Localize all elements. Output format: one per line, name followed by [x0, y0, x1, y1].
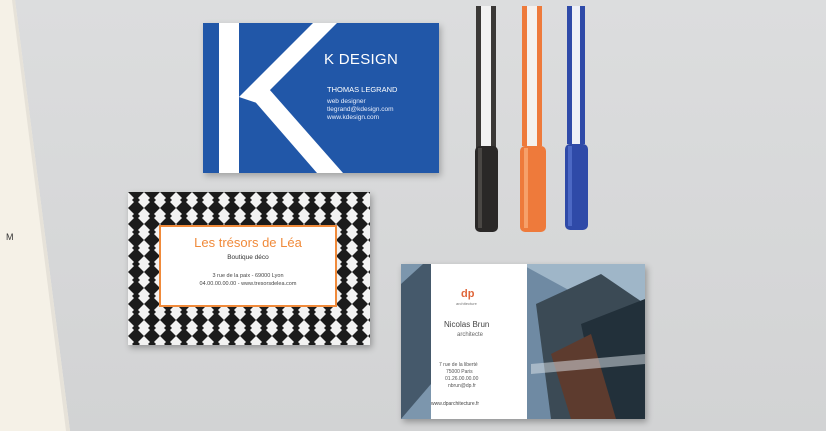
pens-group: [475, 6, 588, 232]
shop-title: Les trésors de Léa: [194, 235, 302, 250]
architect-email: nbrun@dp.fr: [448, 383, 476, 389]
architect-web: www.dparchitecture.fr: [431, 401, 480, 407]
architect-role: architecte: [457, 332, 484, 338]
tresors-de-lea-card: Les trésors de Léa Boutique déco 3 rue d…: [128, 192, 370, 345]
blue-pen: [565, 6, 588, 230]
k-letter-graphic: [219, 23, 343, 173]
shop-subtitle: Boutique déco: [227, 254, 269, 261]
photo-scene: M K DESIGN THOMAS LEGRAND web designer t…: [0, 0, 826, 431]
architect-phone: 01.26.00.00.00: [445, 376, 479, 382]
text-panel: [431, 264, 527, 419]
architect-card: dp architecture Nicolas Brun architecte …: [401, 264, 645, 419]
orange-pen: [520, 6, 546, 232]
edge-label: M: [6, 232, 14, 242]
k-web: www.kdesign.com: [327, 114, 380, 121]
dp-logo: dp: [461, 288, 475, 300]
architect-address-2: 75000 Paris: [446, 369, 473, 375]
k-design-card: [203, 23, 439, 173]
architect-address-1: 7 rue de la liberté: [439, 362, 478, 368]
k-brand: K DESIGN: [324, 51, 399, 68]
k-name: THOMAS LEGRAND: [327, 85, 398, 94]
architect-name: Nicolas Brun: [444, 320, 490, 329]
card-center-panel: Les trésors de Léa Boutique déco 3 rue d…: [159, 225, 337, 307]
shop-contact: 04.00.00.00.00 - www.tresorsdelea.com: [199, 281, 297, 287]
dp-logo-subtitle: architecture: [456, 301, 477, 306]
shop-address: 3 rue de la paix - 69000 Lyon: [212, 273, 284, 279]
black-pen: [475, 6, 498, 232]
k-role: web designer: [327, 98, 366, 105]
k-email: tlegrand@kdesign.com: [327, 106, 394, 113]
